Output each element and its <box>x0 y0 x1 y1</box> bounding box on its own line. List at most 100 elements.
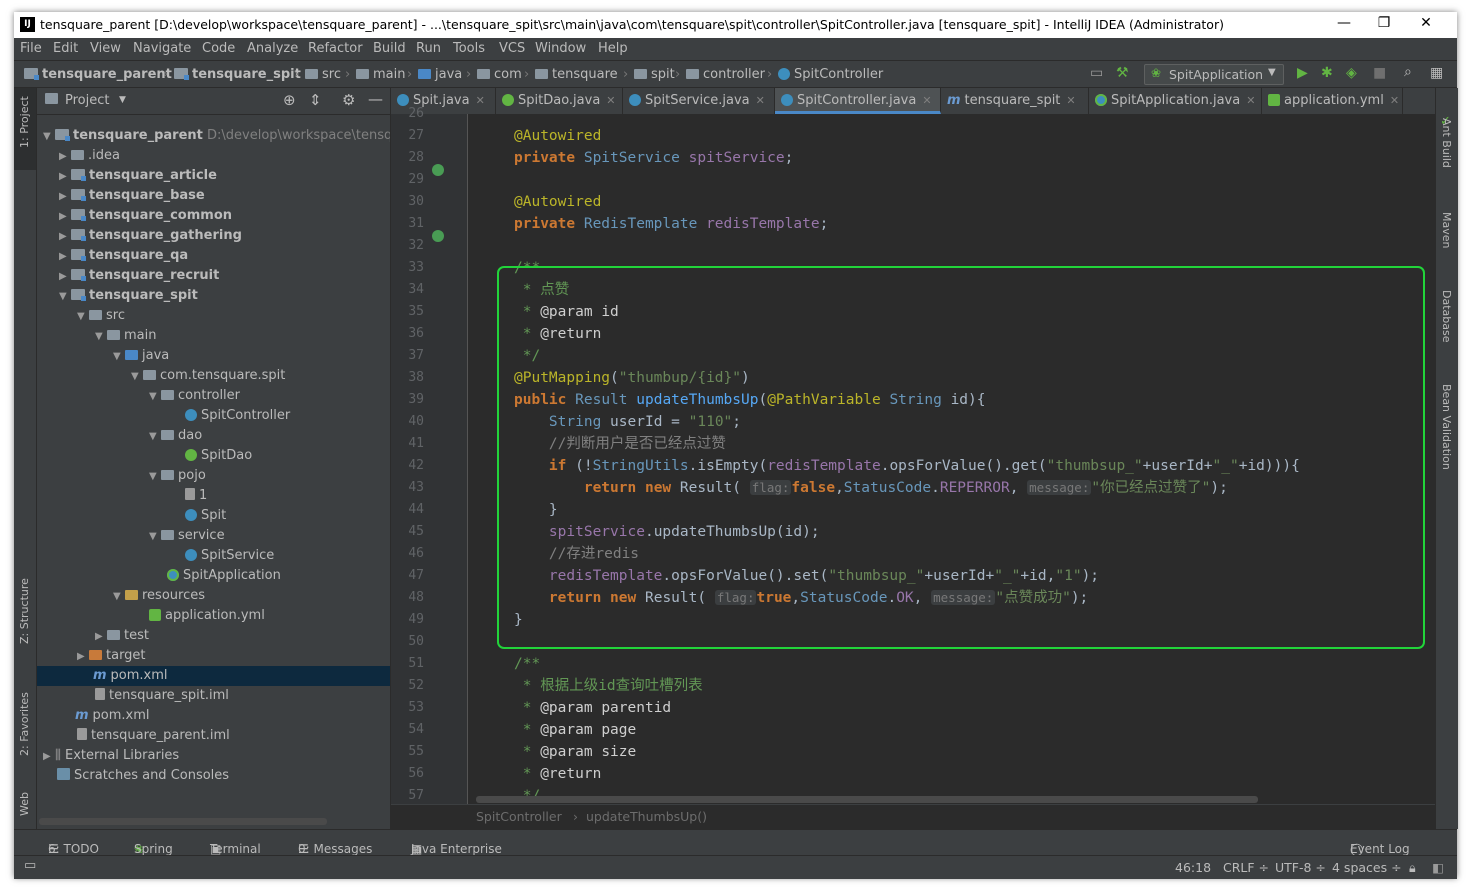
hide-icon[interactable]: — <box>368 90 383 108</box>
indent-setting[interactable]: 4 spaces ÷ <box>1332 860 1402 875</box>
maven-tool-tab[interactable]: Maven <box>1440 212 1453 248</box>
tree-item[interactable]: ▶ tensquare_common <box>37 206 390 226</box>
tree-item[interactable]: SpitDao <box>37 446 390 466</box>
tab-spitdao-java[interactable]: SpitDao.java ✕ <box>496 88 623 114</box>
menu-run[interactable]: Run <box>416 41 441 56</box>
tree-item[interactable]: ▼ tensquare_spit <box>37 286 390 306</box>
project-tool-tab[interactable]: 1: Project <box>18 96 31 148</box>
menu-refactor[interactable]: Refactor <box>308 41 363 56</box>
tab-tensquare-spit[interactable]: m tensquare_spit ✕ <box>941 88 1089 114</box>
lock-icon[interactable]: 🔒︎ <box>1409 860 1416 876</box>
run-config-dropdown[interactable]: ❀ SpitApplication ▼ <box>1144 64 1284 85</box>
menu-help[interactable]: Help <box>598 41 628 56</box>
nav-crumb[interactable]: tensquare_spit <box>174 67 301 82</box>
tab-application-yml[interactable]: application.yml ✕ <box>1262 88 1403 114</box>
menu-vcs[interactable]: VCS <box>499 41 525 56</box>
tab-spitservice-java[interactable]: SpitService.java ✕ <box>623 88 775 114</box>
tree-item[interactable]: SpitApplication <box>37 566 390 586</box>
tree-item[interactable]: Spit <box>37 506 390 526</box>
breadcrumb-class[interactable]: SpitController <box>476 809 562 824</box>
tree-item[interactable]: ▶ tensquare_recruit <box>37 266 390 286</box>
nav-crumb[interactable]: tensquare_parent <box>24 67 172 82</box>
breadcrumb-method[interactable]: updateThumbsUp() <box>586 809 707 824</box>
minimize-icon[interactable]: — <box>1334 15 1354 31</box>
coverage-icon[interactable]: ◈ <box>1346 65 1357 81</box>
favorites-tool-tab[interactable]: 2: Favorites <box>18 692 31 756</box>
nav-crumb[interactable]: com <box>477 67 522 82</box>
nav-crumb[interactable]: SpitController <box>778 67 883 82</box>
gear-icon[interactable]: ⚙ <box>342 91 355 109</box>
tree-item[interactable]: ▼ service <box>37 526 390 546</box>
project-hscrollbar[interactable] <box>39 818 327 825</box>
tree-item[interactable]: ▶ tensquare_article <box>37 166 390 186</box>
maximize-icon[interactable]: ❐ <box>1374 15 1394 31</box>
tree-item[interactable]: ▼ tensquare_parent D:\develop\workspace\t… <box>37 126 390 146</box>
tree-item[interactable]: ▼ resources <box>37 586 390 606</box>
structure-tool-tab[interactable]: Z: Structure <box>18 578 31 644</box>
run-icon[interactable]: ▶ <box>1297 65 1308 81</box>
ant-build-tool-tab[interactable]: Ant Build <box>1440 118 1453 168</box>
nav-crumb[interactable]: src <box>305 67 341 82</box>
tree-item-selected[interactable]: m pom.xml <box>37 666 390 686</box>
menu-code[interactable]: Code <box>202 41 235 56</box>
tree-item[interactable]: ▶ tensquare_qa <box>37 246 390 266</box>
bean-validation-tool-tab[interactable]: Bean Validation <box>1440 384 1453 470</box>
tree-item[interactable]: application.yml <box>37 606 390 626</box>
tree-item[interactable]: m pom.xml <box>37 706 390 726</box>
nav-crumb[interactable]: controller <box>686 67 765 82</box>
database-tool-tab[interactable]: Database <box>1440 290 1453 343</box>
line-separator[interactable]: CRLF ÷ <box>1223 860 1269 875</box>
file-encoding[interactable]: UTF-8 ÷ <box>1275 860 1326 875</box>
menu-analyze[interactable]: Analyze <box>247 41 298 56</box>
tree-item[interactable]: ▶ ⫼ External Libraries <box>37 746 390 766</box>
tree-item[interactable]: tensquare_parent.iml <box>37 726 390 746</box>
tab-spitcontroller-java[interactable]: SpitController.java ✕ <box>775 88 941 114</box>
menu-view[interactable]: View <box>90 41 121 56</box>
tree-item[interactable]: ▼ controller <box>37 386 390 406</box>
tree-item[interactable]: ▼ pojo <box>37 466 390 486</box>
search-icon[interactable]: ⌕ <box>1404 64 1412 80</box>
panel-toggle-icon[interactable]: ▭ <box>24 858 36 873</box>
nav-crumb[interactable]: tensquare <box>535 67 618 82</box>
collapse-icon[interactable]: ⇕ <box>309 91 322 109</box>
tree-item[interactable]: ▶ test <box>37 626 390 646</box>
tree-item[interactable]: ▼ main <box>37 326 390 346</box>
menu-navigate[interactable]: Navigate <box>133 41 191 56</box>
chevron-down-icon[interactable]: ▼ <box>119 95 126 105</box>
spring-bean-icon[interactable] <box>432 164 444 176</box>
spring-bean-icon[interactable] <box>432 230 444 242</box>
tree-item[interactable]: ▼ src <box>37 306 390 326</box>
tree-item[interactable]: tensquare_spit.iml <box>37 686 390 706</box>
caret-position[interactable]: 46:18 <box>1175 860 1211 875</box>
tree-item[interactable]: ▶ target <box>37 646 390 666</box>
locate-icon[interactable]: ⊕ <box>283 91 296 109</box>
menu-build[interactable]: Build <box>373 41 406 56</box>
tree-item[interactable]: SpitService <box>37 546 390 566</box>
stop-icon[interactable]: ■ <box>1373 65 1386 81</box>
tree-item[interactable]: ▼ com.tensquare.spit <box>37 366 390 386</box>
tree-item[interactable]: ▶ .idea <box>37 146 390 166</box>
vcs-icon[interactable]: ▦ <box>1430 65 1443 81</box>
tree-item[interactable]: ▶ tensquare_base <box>37 186 390 206</box>
web-tool-tab[interactable]: Web <box>18 792 31 816</box>
editor-hscrollbar[interactable] <box>476 796 1258 803</box>
tree-item[interactable]: 1 <box>37 486 390 506</box>
tree-item[interactable]: Scratches and Consoles <box>37 766 390 786</box>
menu-edit[interactable]: Edit <box>53 41 78 56</box>
debug-icon[interactable]: ✱ <box>1321 65 1333 81</box>
menu-window[interactable]: Window <box>535 41 586 56</box>
nav-crumb[interactable]: java <box>418 67 462 82</box>
tree-item[interactable]: ▼ java <box>37 346 390 366</box>
tree-item[interactable]: SpitController <box>37 406 390 426</box>
project-view-selector[interactable]: Project <box>65 93 109 108</box>
build-hammer-icon[interactable]: ⚒ <box>1116 65 1129 81</box>
tree-item[interactable]: ▶ tensquare_gathering <box>37 226 390 246</box>
close-icon[interactable]: ✕ <box>1416 15 1436 31</box>
tree-item[interactable]: ▼ dao <box>37 426 390 446</box>
menu-file[interactable]: File <box>20 41 42 56</box>
nav-crumb[interactable]: main <box>356 67 405 82</box>
tab-spitapplication-java[interactable]: SpitApplication.java ✕ <box>1089 88 1262 114</box>
frame-icon[interactable]: ▭ <box>1090 65 1103 81</box>
memory-icon[interactable]: ◧ <box>1432 860 1444 875</box>
nav-crumb[interactable]: spit <box>634 67 675 82</box>
